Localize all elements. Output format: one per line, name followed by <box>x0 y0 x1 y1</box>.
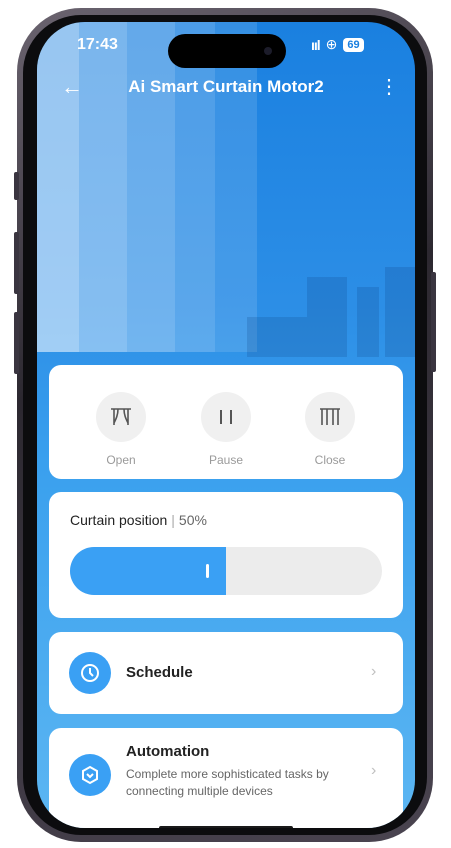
curtain-position-slider[interactable] <box>70 547 382 595</box>
more-vertical-icon[interactable]: ⋮ <box>379 74 399 100</box>
schedule-row[interactable]: Schedule › <box>49 632 403 714</box>
page-title: Ai Smart Curtain Motor2 <box>128 77 324 96</box>
signal-icon: ııl <box>311 36 321 53</box>
automation-title: Automation <box>126 743 210 760</box>
slider-handle[interactable] <box>206 564 209 578</box>
schedule-title: Schedule <box>126 664 193 681</box>
status-icons: ııl ⊕ 69 <box>311 36 364 53</box>
pause-label: Pause <box>208 453 244 467</box>
curtain-position-label: Curtain position <box>70 512 168 528</box>
open-label: Open <box>106 453 136 467</box>
chevron-right-icon: › <box>371 663 377 680</box>
curtain-position-heading: Curtain position | 50% <box>70 512 207 528</box>
phone-side-button <box>14 172 19 200</box>
open-button[interactable]: Open <box>86 392 156 467</box>
link-icon: ⊕ <box>325 36 338 52</box>
pause-icon <box>201 392 251 442</box>
slider-fill <box>70 547 226 595</box>
battery-badge: 69 <box>343 37 364 52</box>
curtain-position-value: 50% <box>178 512 207 528</box>
close-label: Close <box>314 453 346 467</box>
curtain-position-card: Curtain position | 50% <box>49 492 403 618</box>
separator: | <box>171 512 175 528</box>
curtain-close-icon <box>305 392 355 442</box>
close-button[interactable]: Close <box>295 392 365 467</box>
phone-volume-up <box>14 232 19 294</box>
app-screen: 17:43 ııl ⊕ 69 ← Ai Smart Curtain Motor2… <box>37 22 415 828</box>
chevron-right-icon: › <box>371 762 377 779</box>
automation-row[interactable]: Automation Complete more sophisticated t… <box>49 728 403 828</box>
dynamic-island <box>168 34 286 68</box>
clock-icon <box>69 652 111 694</box>
curtain-open-icon <box>96 392 146 442</box>
automation-description: Complete more sophisticated tasks by con… <box>126 767 329 798</box>
pause-button[interactable]: Pause <box>191 392 261 467</box>
automation-icon <box>69 754 111 796</box>
city-skyline-illustration <box>247 267 415 357</box>
phone-power-button <box>431 272 436 372</box>
controls-card: Open Pause Close <box>49 365 403 479</box>
phone-volume-down <box>14 312 19 374</box>
status-time: 17:43 <box>77 36 118 53</box>
home-indicator <box>159 826 293 828</box>
back-arrow-icon[interactable]: ← <box>61 74 83 100</box>
